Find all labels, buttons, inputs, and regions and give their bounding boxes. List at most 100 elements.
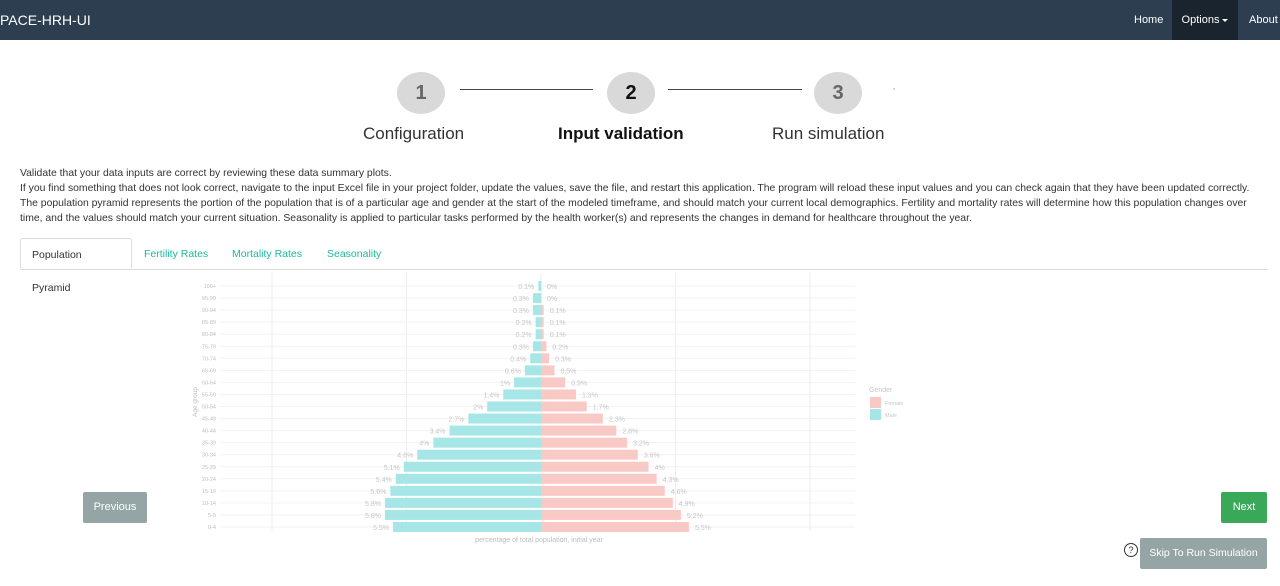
y-tick-label: 60-64 xyxy=(202,380,216,386)
male-bar xyxy=(524,365,541,376)
female-bar xyxy=(541,497,673,508)
male-data-label: 2.7% xyxy=(448,417,464,424)
female-data-label: 2.3% xyxy=(609,417,625,424)
male-data-label: 3.4% xyxy=(430,429,446,436)
male-bar xyxy=(532,305,541,316)
male-data-label: 5.6% xyxy=(370,489,386,496)
population-pyramid-chart: 0.1% 0% 100+ 0.3% 0% 95-99 0.3% 0.1% 90-94 0.2% 0.… xyxy=(192,273,903,544)
male-bar xyxy=(393,522,541,532)
male-bar xyxy=(514,377,541,388)
y-tick-label: 15-19 xyxy=(202,489,216,495)
male-data-label: 2% xyxy=(473,405,483,412)
male-bar xyxy=(417,449,541,460)
help-icon[interactable]: ? xyxy=(1124,543,1138,557)
female-bar xyxy=(541,341,547,352)
y-tick-label: 30-34 xyxy=(202,453,216,459)
male-data-label: 5.8% xyxy=(365,501,381,508)
male-bar xyxy=(535,329,541,340)
female-bar xyxy=(541,329,544,340)
legend-label: Female xyxy=(885,401,903,407)
female-bar xyxy=(541,317,544,328)
female-bar xyxy=(541,522,689,532)
female-data-label: 0.1% xyxy=(550,320,566,327)
male-bar xyxy=(395,473,541,484)
male-data-label: 0.1% xyxy=(518,284,534,291)
female-data-label: 0.5% xyxy=(560,368,576,375)
male-data-label: 4% xyxy=(419,441,429,448)
female-data-label: 0.1% xyxy=(550,332,566,339)
female-bar xyxy=(541,509,681,520)
female-bar xyxy=(541,473,657,484)
female-data-label: 4.9% xyxy=(679,501,695,508)
female-data-label: 0.9% xyxy=(571,380,587,387)
male-data-label: 5.5% xyxy=(373,525,389,532)
female-bar xyxy=(541,353,550,364)
male-bar xyxy=(449,425,541,436)
female-bar xyxy=(541,485,665,496)
female-bar xyxy=(541,401,587,412)
legend-swatch xyxy=(870,409,881,420)
y-tick-label: 0-4 xyxy=(208,525,216,531)
female-data-label: 5.2% xyxy=(687,513,703,520)
y-tick-label: 40-44 xyxy=(202,429,216,435)
y-tick-label: 100+ xyxy=(204,284,216,290)
male-data-label: 5.8% xyxy=(365,513,381,520)
female-bar xyxy=(541,461,649,472)
female-bar xyxy=(541,377,566,388)
y-tick-label: 55-59 xyxy=(202,392,216,398)
female-data-label: 1.3% xyxy=(582,392,598,399)
male-data-label: 4.6% xyxy=(397,453,413,460)
male-bar xyxy=(468,413,541,424)
male-data-label: 0.3% xyxy=(513,296,529,303)
y-tick-label: 95-99 xyxy=(202,296,216,302)
female-bar xyxy=(541,293,542,304)
y-tick-label: 85-89 xyxy=(202,320,216,326)
male-bar xyxy=(403,461,541,472)
female-data-label: 3.6% xyxy=(644,453,660,460)
y-tick-label: 25-29 xyxy=(202,465,216,471)
y-tick-label: 5-9 xyxy=(208,513,216,519)
y-tick-label: 80-84 xyxy=(202,332,216,338)
y-tick-label: 70-74 xyxy=(202,356,216,362)
male-bar xyxy=(433,437,541,448)
male-data-label: 0.3% xyxy=(513,344,529,351)
female-bar xyxy=(541,449,638,460)
female-data-label: 4.6% xyxy=(671,489,687,496)
y-tick-label: 20-24 xyxy=(202,477,216,483)
female-data-label: 4% xyxy=(655,465,665,472)
female-bar xyxy=(541,305,544,316)
female-bar xyxy=(541,365,555,376)
male-bar xyxy=(532,293,541,304)
male-data-label: 1.4% xyxy=(483,392,499,399)
male-bar xyxy=(503,389,541,400)
previous-button[interactable]: Previous xyxy=(83,492,147,523)
female-data-label: 1.7% xyxy=(593,405,609,412)
next-button[interactable]: Next xyxy=(1221,492,1267,523)
skip-to-run-simulation-button[interactable]: Skip To Run Simulation xyxy=(1140,538,1267,569)
female-data-label: 0.2% xyxy=(552,344,568,351)
female-data-label: 0.3% xyxy=(555,356,571,363)
female-data-label: 0% xyxy=(547,296,557,303)
x-axis-label: percentage of total population, initial … xyxy=(475,537,603,544)
male-bar xyxy=(390,485,541,496)
female-bar xyxy=(541,437,628,448)
male-data-label: 0.2% xyxy=(516,320,532,327)
y-axis-label: Age group xyxy=(192,387,199,417)
male-data-label: 5.1% xyxy=(384,465,400,472)
male-bar xyxy=(530,353,541,364)
male-data-label: 1% xyxy=(500,380,510,387)
male-data-label: 0.2% xyxy=(516,332,532,339)
female-data-label: 3.2% xyxy=(633,441,649,448)
legend-label: Male xyxy=(885,413,897,419)
female-data-label: 0% xyxy=(547,284,557,291)
y-tick-label: 45-49 xyxy=(202,417,216,423)
female-data-label: 0.1% xyxy=(550,308,566,315)
male-bar xyxy=(538,281,541,291)
male-bar xyxy=(535,317,541,328)
y-tick-label: 65-69 xyxy=(202,368,216,374)
legend-title: Gender xyxy=(869,387,893,394)
male-bar xyxy=(532,341,541,352)
y-tick-label: 35-39 xyxy=(202,441,216,447)
y-tick-label: 50-54 xyxy=(202,405,216,411)
female-bar xyxy=(541,425,617,436)
